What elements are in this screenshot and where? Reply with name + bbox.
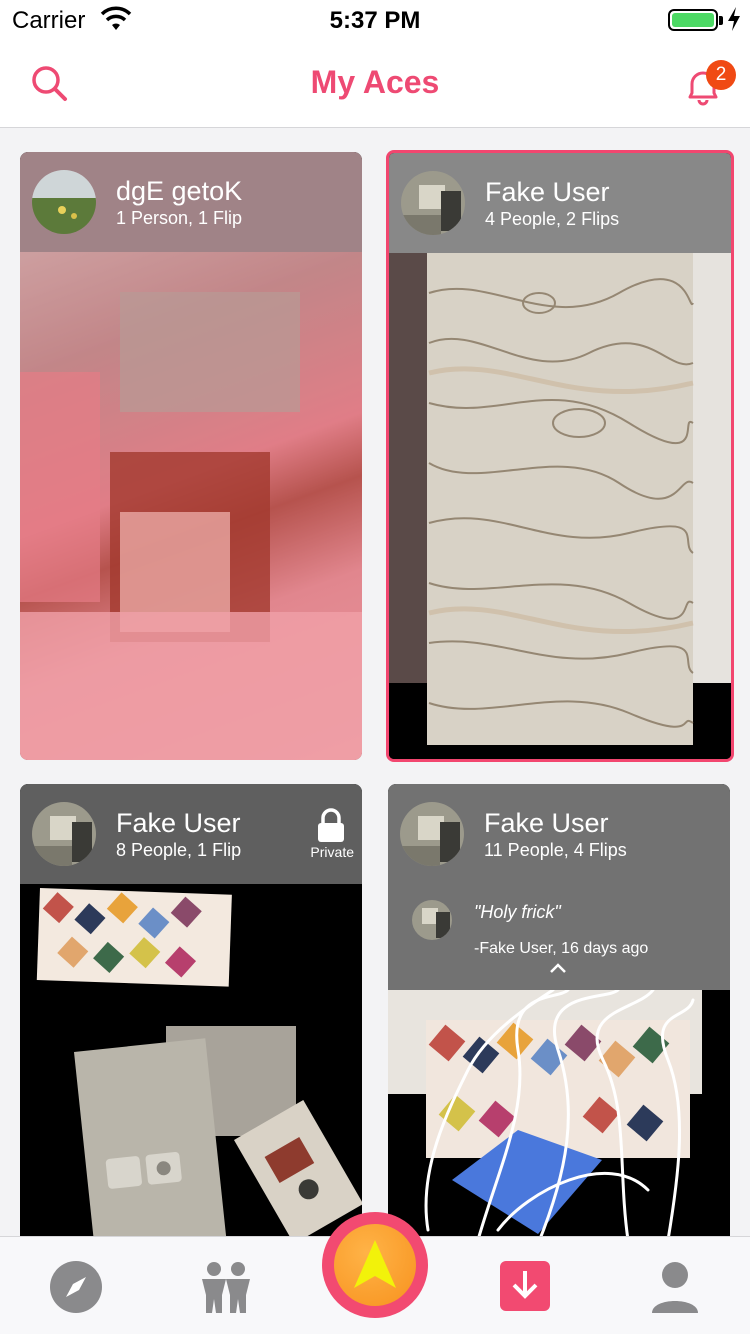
clock: 5:37 PM: [329, 7, 421, 34]
comment-text: "Holy frick": [474, 902, 561, 922]
create-ace-button[interactable]: [322, 1212, 428, 1318]
card-header: Fake User 8 People, 1 Flip Private: [20, 784, 362, 884]
people-icon[interactable]: [196, 1259, 256, 1315]
card-title: dgE getoK: [116, 176, 243, 206]
status-bar: Carrier 5:37 PM: [0, 0, 750, 40]
battery-icon: [668, 9, 718, 31]
avatar: [32, 170, 96, 234]
lock-icon: [318, 808, 344, 842]
card-media-collage: [20, 884, 362, 1244]
comment-author: -Fake User, 16 days ago: [474, 940, 649, 957]
ace-arrow-icon: [354, 1240, 396, 1288]
ace-card[interactable]: dgE getoK 1 Person, 1 Flip: [20, 152, 362, 760]
ace-card-selected[interactable]: Fake User 4 People, 2 Flips: [386, 150, 734, 762]
card-header: Fake User 4 People, 2 Flips: [389, 153, 731, 253]
chevron-up-icon[interactable]: [548, 962, 568, 974]
card-subtitle: 8 People, 1 Flip: [116, 840, 242, 860]
card-subtitle: 1 Person, 1 Flip: [116, 208, 243, 228]
avatar: [401, 171, 465, 235]
private-label: Private: [310, 844, 354, 860]
card-media-image: [20, 252, 362, 760]
card-subtitle: 11 People, 4 Flips: [484, 840, 627, 860]
card-media-collage: [388, 990, 730, 1244]
card-title: Fake User: [484, 808, 609, 838]
profile-icon[interactable]: [650, 1259, 700, 1315]
compass-icon[interactable]: [48, 1259, 104, 1315]
avatar: [400, 802, 464, 866]
card-header: Fake User 11 People, 4 Flips "Holy frick…: [388, 784, 730, 990]
card-header: dgE getoK 1 Person, 1 Flip: [20, 152, 362, 252]
my-aces-screen: Carrier 5:37 PM My Aces 2 dgE getoK 1 Pe…: [0, 0, 750, 1334]
nav-bar: My Aces 2: [0, 40, 750, 128]
charging-icon: [728, 7, 740, 31]
avatar: [32, 802, 96, 866]
page-title: My Aces: [310, 64, 440, 100]
ace-card[interactable]: Fake User 8 People, 1 Flip Private: [20, 784, 362, 1244]
card-subtitle: 4 People, 2 Flips: [485, 209, 620, 229]
card-title: Fake User: [116, 808, 241, 838]
ace-card[interactable]: Fake User 11 People, 4 Flips "Holy frick…: [388, 784, 730, 1244]
card-media-image: [389, 253, 731, 759]
download-icon[interactable]: [500, 1261, 550, 1311]
comment-avatar: [412, 900, 452, 940]
card-title: Fake User: [485, 177, 610, 207]
notification-badge: 2: [706, 60, 736, 90]
